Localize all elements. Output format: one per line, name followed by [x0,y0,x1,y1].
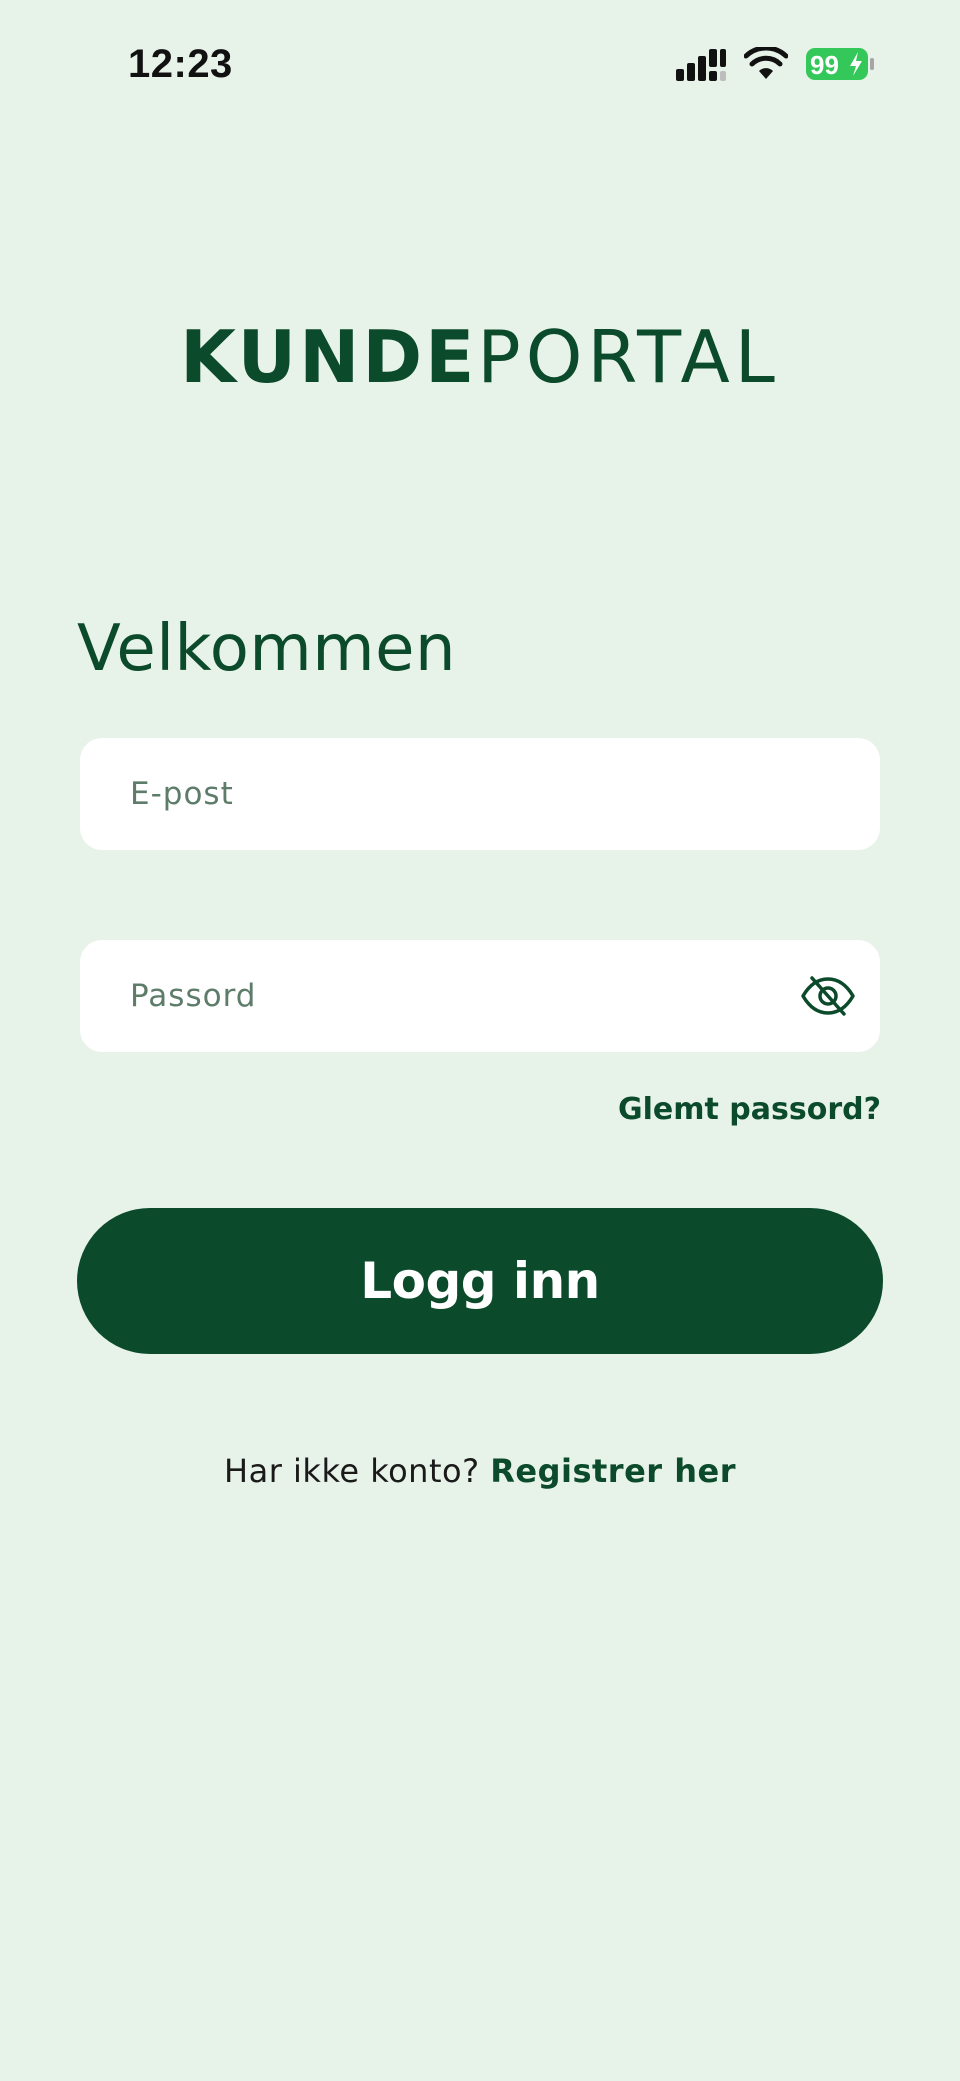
battery-charging-icon: 99 [806,46,876,82]
logo-bold-text: KUNDE [180,315,478,399]
register-link[interactable]: Registrer her [490,1452,736,1490]
logo-light-text: PORTAL [477,315,780,399]
email-field-container [80,738,880,850]
forgot-password-link[interactable]: Glemt passord? [618,1092,881,1127]
register-prompt: Har ikke konto? Registrer her [0,1452,960,1490]
battery-level: 99 [810,50,839,80]
email-field[interactable] [80,738,880,850]
password-visibility-toggle[interactable] [798,966,858,1026]
status-icons: 99 [676,46,876,82]
welcome-title: Velkommen [77,612,457,686]
wifi-icon [744,47,788,81]
password-field[interactable] [80,940,880,1052]
register-prompt-text: Har ikke konto? [224,1452,491,1490]
eye-off-icon [801,976,855,1016]
app-logo: KUNDEPORTAL [0,312,960,402]
status-bar: 12:23 99 [0,0,960,130]
login-button[interactable]: Logg inn [77,1208,883,1354]
status-time: 12:23 [128,42,233,86]
password-field-container [80,940,880,1052]
signal-icon [676,47,726,81]
